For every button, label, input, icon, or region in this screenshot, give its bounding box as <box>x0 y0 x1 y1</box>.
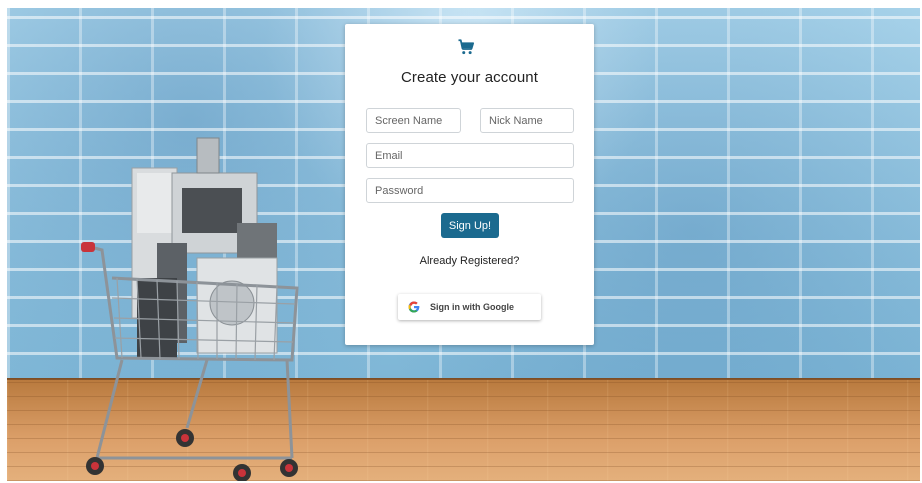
google-g-icon <box>408 301 420 313</box>
nick-name-input[interactable] <box>480 108 574 133</box>
form-title: Create your account <box>401 69 538 86</box>
password-input[interactable] <box>366 178 574 203</box>
screen-name-input[interactable] <box>366 108 461 133</box>
sign-up-button[interactable]: Sign Up! <box>441 213 499 238</box>
shopping-cart-icon <box>458 39 475 55</box>
cart-with-appliances-illustration <box>81 137 299 481</box>
signup-card: Create your account Sign Up! Already Reg… <box>345 24 594 345</box>
google-sign-in-button[interactable]: Sign in with Google <box>398 294 541 320</box>
already-registered-link[interactable]: Already Registered? <box>345 255 594 267</box>
email-input[interactable] <box>366 143 574 168</box>
google-sign-in-label: Sign in with Google <box>430 302 514 312</box>
